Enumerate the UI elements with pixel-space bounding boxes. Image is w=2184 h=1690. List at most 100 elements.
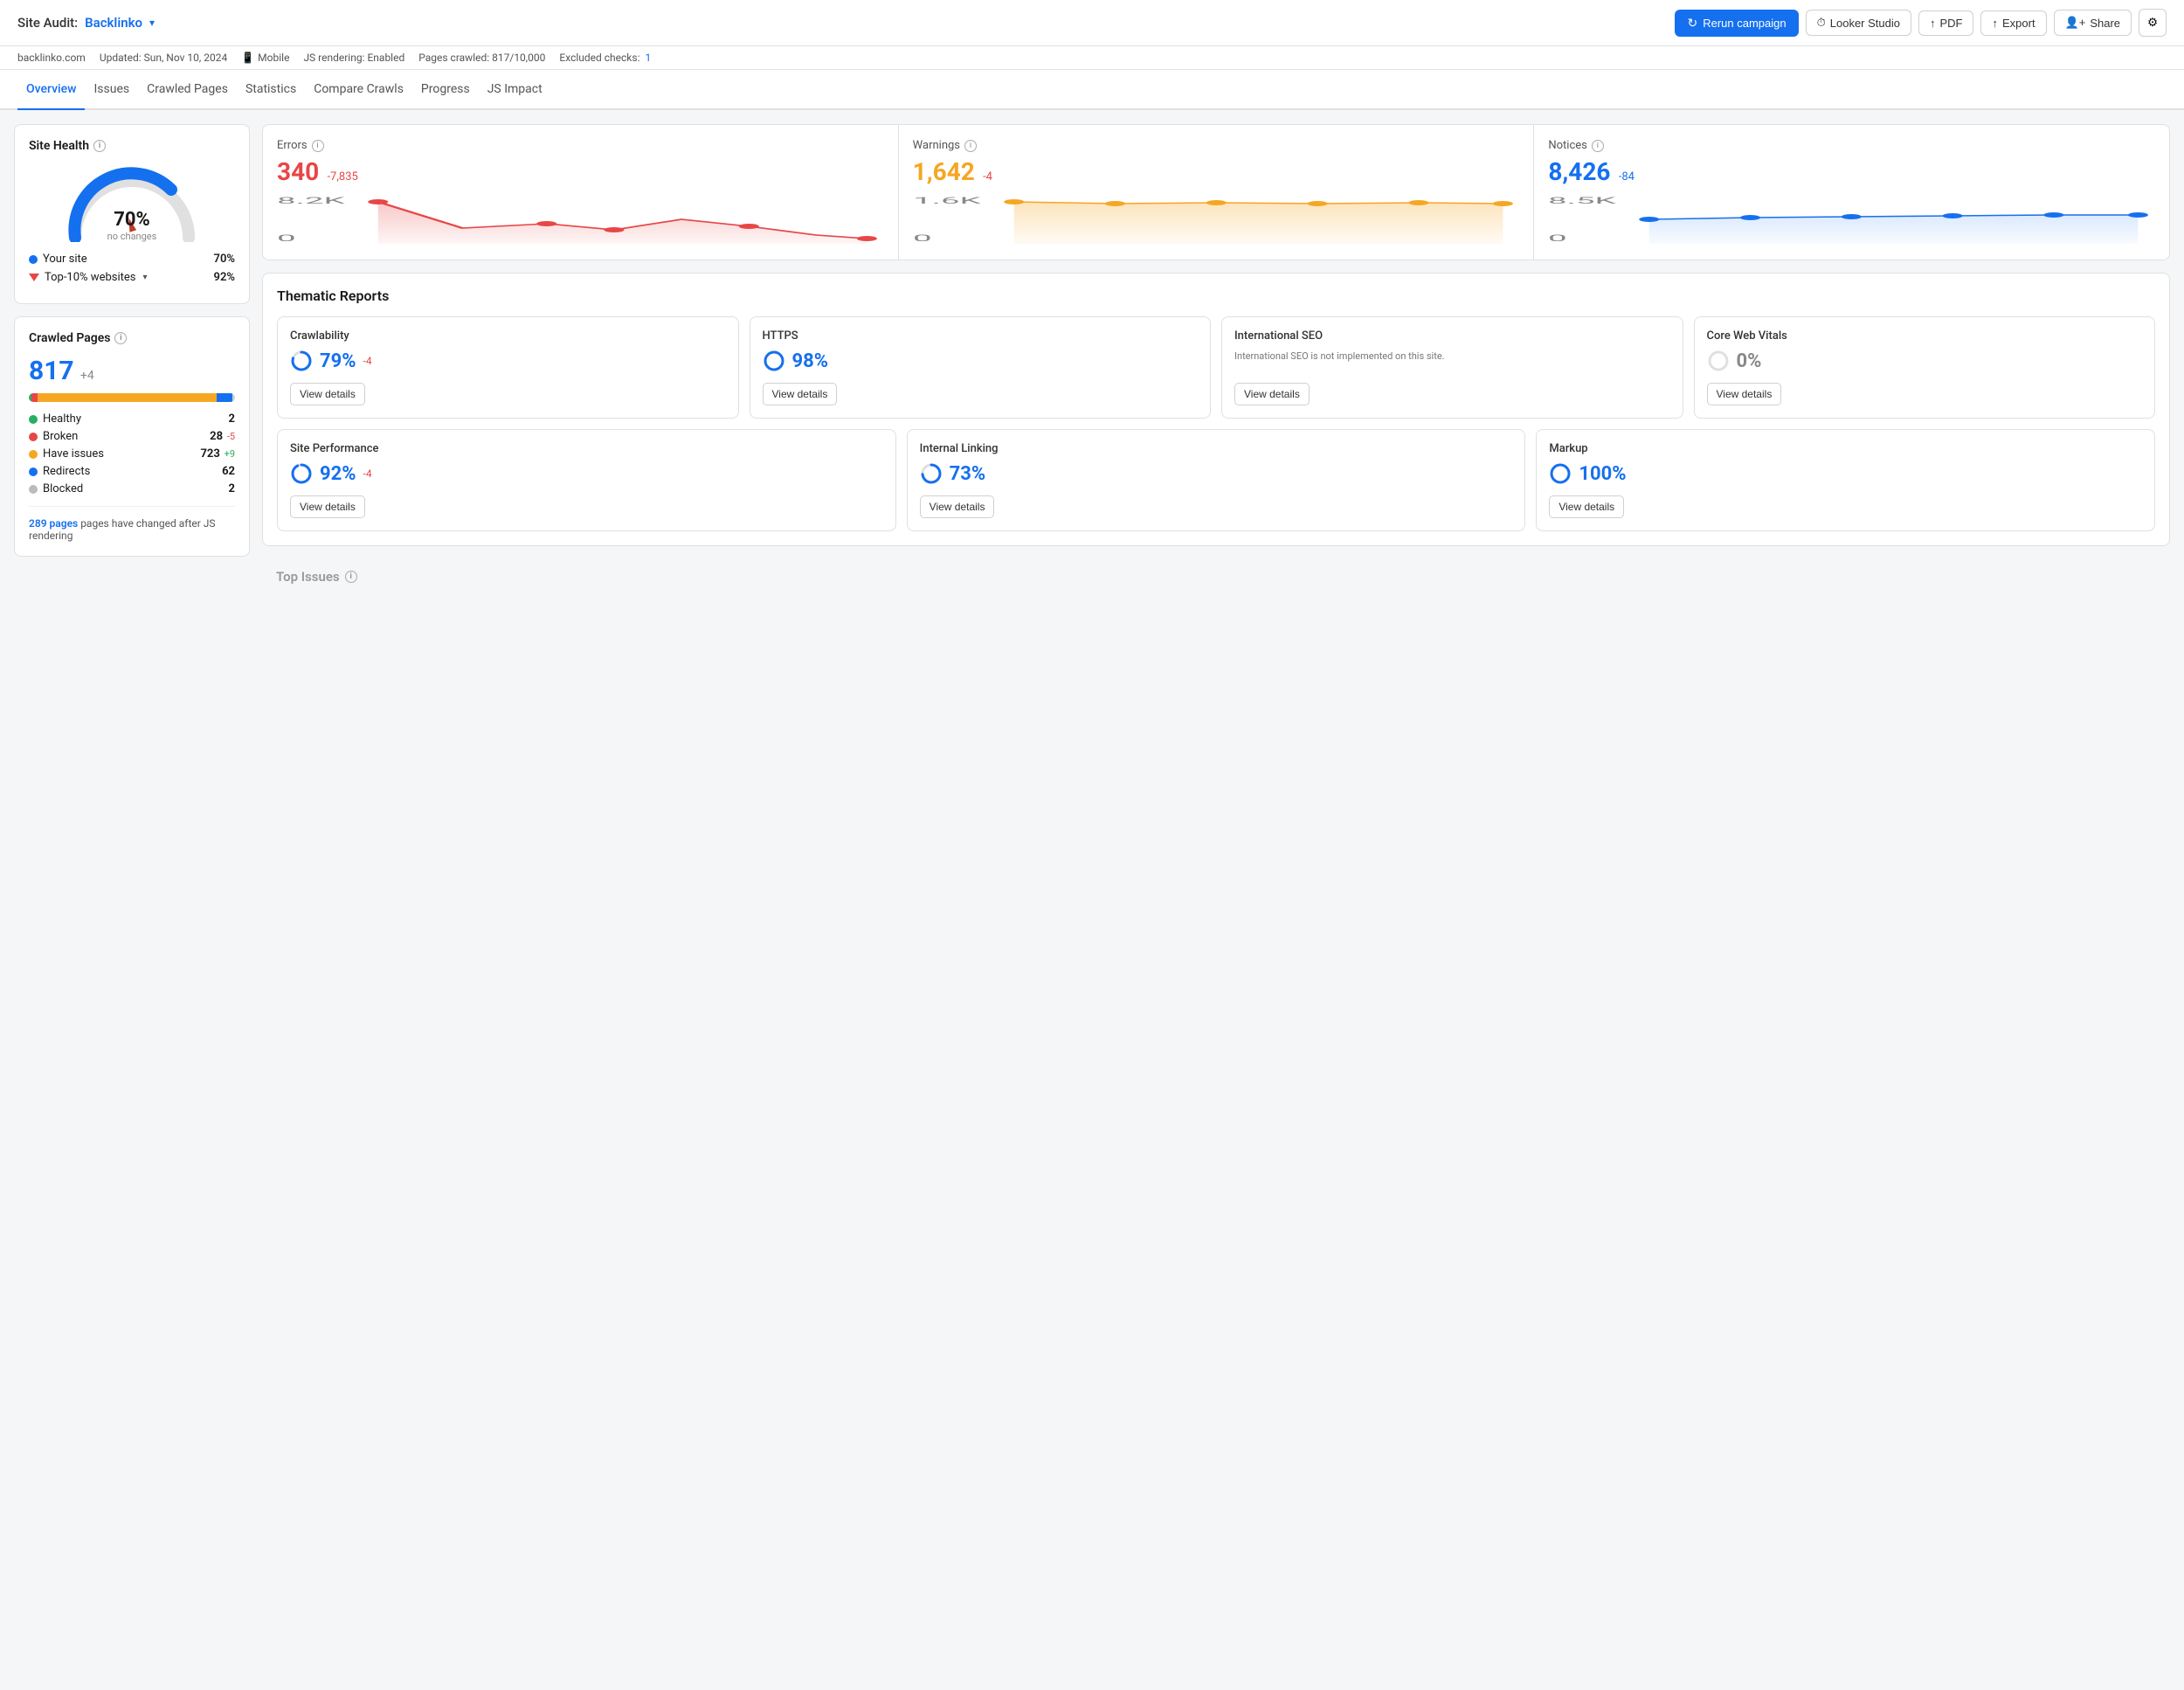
main-content: Site Health i 70% no changes bbox=[0, 110, 2184, 604]
site-performance-name: Site Performance bbox=[290, 442, 883, 455]
js-rendering-label: JS rendering: Enabled bbox=[303, 52, 404, 64]
nav-bar: Overview Issues Crawled Pages Statistics… bbox=[0, 70, 2184, 110]
internal-linking-name: Internal Linking bbox=[920, 442, 1513, 455]
international-seo-view-details-button[interactable]: View details bbox=[1234, 383, 1310, 405]
blocked-dot bbox=[29, 485, 38, 494]
crawled-delta: +4 bbox=[80, 369, 94, 383]
core-web-vitals-percent: 0% bbox=[1737, 350, 1762, 372]
crawled-progress-bar bbox=[29, 393, 235, 402]
chart-icon: ⏱ bbox=[1817, 16, 1826, 30]
blue-dot bbox=[29, 255, 38, 264]
refresh-icon: ↻ bbox=[1687, 16, 1697, 31]
broken-dot bbox=[29, 433, 38, 441]
site-health-info-icon[interactable]: i bbox=[93, 140, 106, 152]
top-bar: Site Audit: Backlinko ▾ ↻ Rerun campaign… bbox=[0, 0, 2184, 46]
https-view-details-button[interactable]: View details bbox=[763, 383, 838, 405]
left-panel: Site Health i 70% no changes bbox=[14, 124, 250, 590]
top10-row: Top-10% websites ▾ 92% bbox=[29, 271, 235, 284]
svg-text:8.2K: 8.2K bbox=[277, 196, 345, 206]
stats-row: Errors i 340 -7,835 8 bbox=[262, 124, 2170, 260]
crawled-pages-card: Crawled Pages i 817 +4 Healthy 2 bbox=[14, 316, 250, 557]
theme-https: HTTPS 98% View details bbox=[750, 316, 1212, 419]
theme-core-web-vitals: Core Web Vitals 0% View details bbox=[1694, 316, 2156, 419]
site-name[interactable]: Backlinko bbox=[85, 15, 142, 31]
site-performance-delta: -4 bbox=[363, 468, 372, 480]
pb-redirects bbox=[217, 393, 232, 402]
notices-delta: -84 bbox=[1619, 170, 1635, 184]
updated-label: Updated: Sun, Nov 10, 2024 bbox=[100, 52, 227, 64]
errors-info-icon[interactable]: i bbox=[312, 140, 324, 152]
errors-sparkline: 8.2K 0 bbox=[277, 193, 884, 246]
nav-item-issues[interactable]: Issues bbox=[85, 70, 138, 108]
triangle-red-icon bbox=[29, 274, 39, 281]
nav-item-compare-crawls[interactable]: Compare Crawls bbox=[305, 70, 412, 108]
domain-label: backlinko.com bbox=[17, 52, 86, 64]
rerun-campaign-button[interactable]: ↻ Rerun campaign bbox=[1675, 10, 1798, 37]
svg-text:0: 0 bbox=[1548, 233, 1567, 244]
crawlability-metric: 79% -4 bbox=[290, 350, 726, 372]
device-item: 📱 Mobile bbox=[241, 52, 289, 64]
thematic-grid-top: Crawlability 79% -4 View details HTTPS bbox=[277, 316, 2155, 419]
core-web-vitals-view-details-button[interactable]: View details bbox=[1707, 383, 1782, 405]
international-seo-name: International SEO bbox=[1234, 329, 1670, 343]
warnings-info-icon[interactable]: i bbox=[964, 140, 977, 152]
your-site-row: Your site 70% bbox=[29, 253, 235, 266]
excluded-num-link[interactable]: 1 bbox=[645, 52, 651, 64]
site-health-title: Site Health i bbox=[29, 139, 235, 153]
internal-linking-ring-icon bbox=[920, 462, 943, 485]
crawled-pages-title: Crawled Pages i bbox=[29, 331, 235, 345]
crawlability-view-details-button[interactable]: View details bbox=[290, 383, 365, 405]
notices-info-icon[interactable]: i bbox=[1592, 140, 1604, 152]
crawlability-percent: 79% bbox=[320, 350, 356, 372]
svg-text:0: 0 bbox=[913, 233, 932, 244]
nav-item-progress[interactable]: Progress bbox=[412, 70, 479, 108]
pb-issues bbox=[38, 393, 217, 402]
site-audit-label: Site Audit: bbox=[17, 15, 78, 31]
sub-header: backlinko.com Updated: Sun, Nov 10, 2024… bbox=[0, 46, 2184, 70]
gauge-container: 70% no changes bbox=[29, 163, 235, 242]
markup-metric: 100% bbox=[1549, 462, 2142, 485]
share-button[interactable]: 👤+ Share bbox=[2054, 10, 2132, 36]
export-button[interactable]: ↑ Export bbox=[1980, 10, 2046, 36]
warnings-label: Warnings i bbox=[913, 139, 1520, 152]
thematic-grid-bottom: Site Performance 92% -4 View details Int… bbox=[277, 429, 2155, 531]
site-performance-view-details-button[interactable]: View details bbox=[290, 495, 365, 518]
pdf-button[interactable]: ↑ PDF bbox=[1918, 10, 1974, 36]
internal-linking-view-details-button[interactable]: View details bbox=[920, 495, 995, 518]
crawled-pages-info-icon[interactable]: i bbox=[114, 332, 127, 344]
notices-value: 8,426 bbox=[1548, 157, 1610, 186]
chevron-down-icon[interactable]: ▾ bbox=[142, 273, 147, 282]
nav-item-crawled-pages[interactable]: Crawled Pages bbox=[138, 70, 237, 108]
warnings-card: Warnings i 1,642 -4 1 bbox=[899, 125, 1535, 260]
crawlability-delta: -4 bbox=[363, 355, 372, 367]
theme-markup: Markup 100% View details bbox=[1536, 429, 2155, 531]
site-performance-percent: 92% bbox=[320, 463, 356, 485]
errors-delta: -7,835 bbox=[327, 170, 357, 184]
mobile-icon: 📱 bbox=[241, 52, 254, 64]
warnings-value: 1,642 bbox=[913, 157, 975, 186]
excluded-checks-label: Excluded checks: 1 bbox=[559, 52, 651, 64]
notices-value-row: 8,426 -84 bbox=[1548, 157, 2155, 186]
top-issues-title: Top Issues i bbox=[276, 569, 2156, 585]
markup-view-details-button[interactable]: View details bbox=[1549, 495, 1624, 518]
nav-item-overview[interactable]: Overview bbox=[17, 70, 85, 108]
looker-studio-button[interactable]: ⏱ Looker Studio bbox=[1806, 10, 1911, 36]
theme-internal-linking: Internal Linking 73% View details bbox=[907, 429, 1526, 531]
core-web-vitals-metric: 0% bbox=[1707, 350, 2143, 372]
settings-button[interactable]: ⚙ bbox=[2139, 9, 2167, 37]
gauge-sub: no changes bbox=[107, 231, 157, 242]
changed-pages-link[interactable]: 289 pages bbox=[29, 517, 78, 530]
top-issues-info-icon[interactable]: i bbox=[345, 571, 357, 583]
chevron-down-icon[interactable]: ▾ bbox=[149, 17, 155, 29]
top-bar-left: Site Audit: Backlinko ▾ bbox=[17, 15, 155, 31]
theme-international-seo: International SEO International SEO is n… bbox=[1221, 316, 1683, 419]
legend-redirects: Redirects 62 bbox=[29, 465, 235, 478]
right-panel: Errors i 340 -7,835 8 bbox=[262, 124, 2170, 590]
site-performance-ring-icon bbox=[290, 462, 313, 485]
gear-icon: ⚙ bbox=[2147, 16, 2158, 29]
nav-item-statistics[interactable]: Statistics bbox=[237, 70, 305, 108]
theme-crawlability: Crawlability 79% -4 View details bbox=[277, 316, 739, 419]
errors-card: Errors i 340 -7,835 8 bbox=[263, 125, 899, 260]
nav-item-js-impact[interactable]: JS Impact bbox=[479, 70, 551, 108]
https-percent: 98% bbox=[792, 350, 829, 372]
